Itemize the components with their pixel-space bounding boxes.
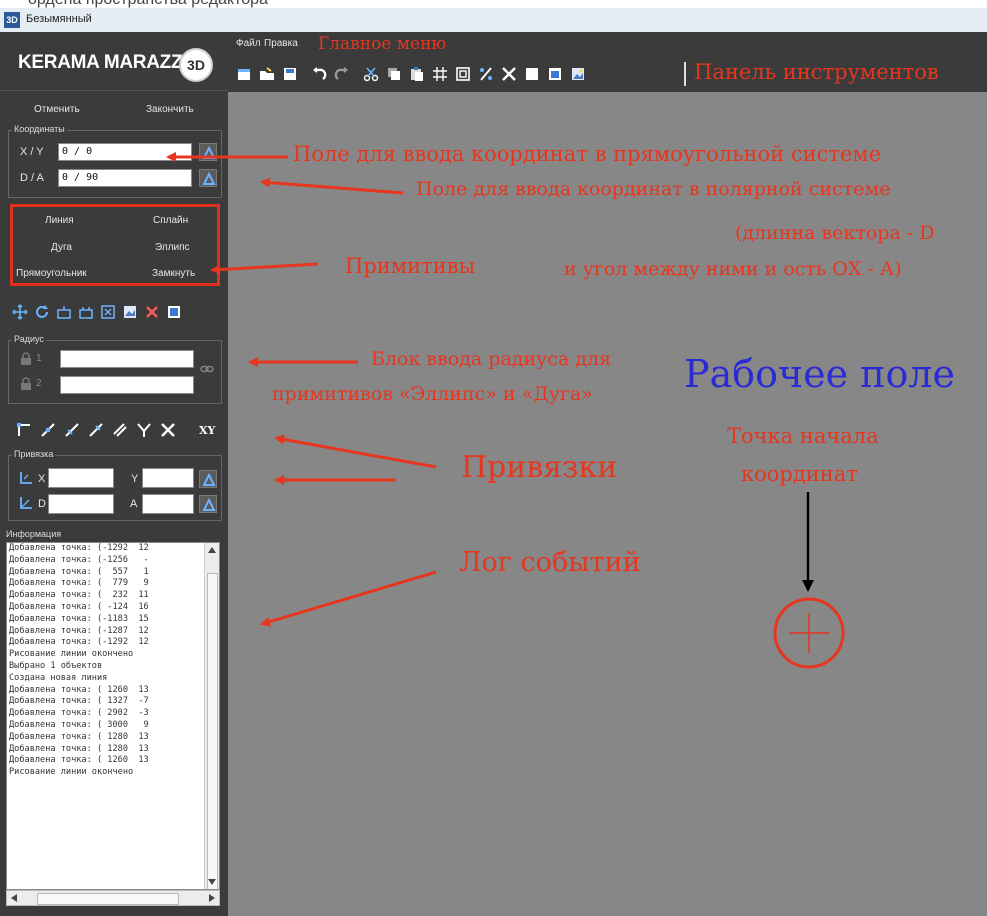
origin-marker-icon	[773, 597, 845, 669]
arrow-polar-field	[260, 177, 404, 195]
annotation-arrows	[166, 152, 845, 669]
arrow-log	[260, 570, 437, 627]
arrow-primitives	[210, 262, 319, 275]
arrow-snaps-1	[274, 434, 437, 469]
